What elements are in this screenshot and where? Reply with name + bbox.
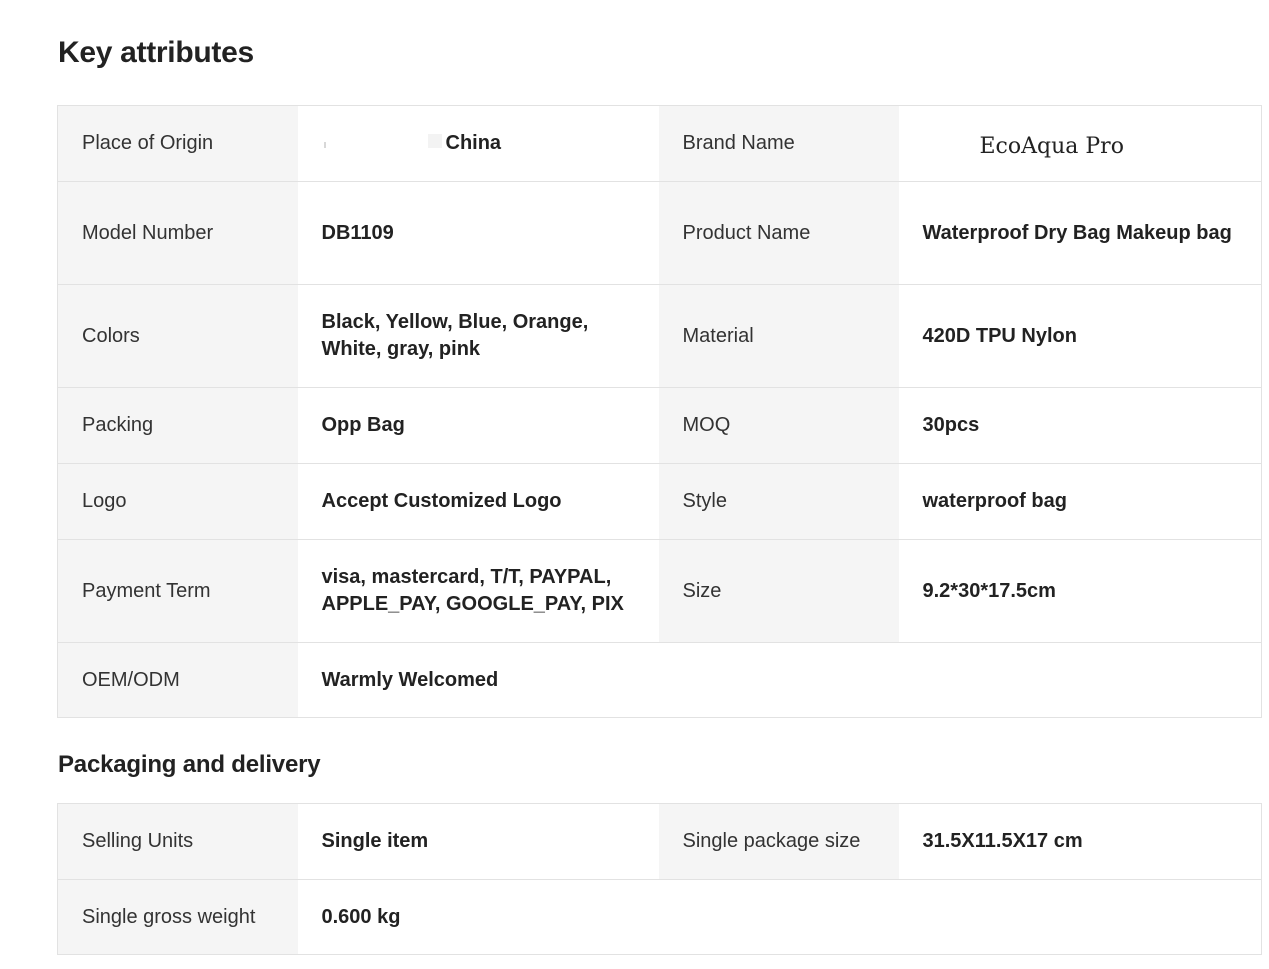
key-attributes-table: Place of Origin China Brand Name EcoAqua… <box>57 105 1262 718</box>
attribute-label: Model Number <box>57 181 298 285</box>
attribute-value: 30pcs <box>898 387 1262 464</box>
attribute-value: Warmly Welcomed <box>297 642 659 718</box>
attribute-value: 0.600 kg <box>297 879 659 955</box>
attribute-value: China <box>297 105 659 182</box>
attribute-label: OEM/ODM <box>57 642 298 718</box>
table-row: Selling Units Single item Single package… <box>57 803 1262 880</box>
empty-cell <box>898 879 1262 955</box>
attribute-label: Logo <box>57 463 298 540</box>
attribute-label: Product Name <box>658 181 899 285</box>
table-row: Payment Term visa, mastercard, T/T, PAYP… <box>57 539 1262 643</box>
empty-cell <box>898 642 1262 718</box>
attribute-value: 420D TPU Nylon <box>898 284 1262 388</box>
empty-cell <box>658 879 899 955</box>
redacted-mark <box>323 142 326 148</box>
brand-name-value: EcoAqua Pro <box>979 133 1124 159</box>
packaging-delivery-table: Selling Units Single item Single package… <box>57 803 1262 955</box>
table-row: Logo Accept Customized Logo Style waterp… <box>57 463 1262 540</box>
place-of-origin-value: China <box>322 130 502 157</box>
attribute-value: 9.2*30*17.5cm <box>898 539 1262 643</box>
table-row: Model Number DB1109 Product Name Waterpr… <box>57 181 1262 285</box>
attribute-label: Material <box>658 284 899 388</box>
attribute-value: Accept Customized Logo <box>297 463 659 540</box>
packaging-delivery-heading: Packaging and delivery <box>58 751 321 778</box>
attribute-label: Colors <box>57 284 298 388</box>
attribute-label: Selling Units <box>57 803 298 880</box>
attribute-value: Opp Bag <box>297 387 659 464</box>
attribute-value: Waterproof Dry Bag Makeup bag <box>898 181 1262 285</box>
attribute-label: Size <box>658 539 899 643</box>
attribute-label: Brand Name <box>658 105 899 182</box>
attribute-label: Place of Origin <box>57 105 298 182</box>
attribute-label: Payment Term <box>57 539 298 643</box>
origin-country-text: China <box>445 132 502 154</box>
redacted-mark <box>427 134 442 148</box>
table-row: Single gross weight 0.600 kg <box>57 879 1262 955</box>
attribute-label: Style <box>658 463 899 540</box>
attribute-value: DB1109 <box>297 181 659 285</box>
product-attributes-page: Key attributes Place of Origin China Bra… <box>0 0 1269 969</box>
table-row: Place of Origin China Brand Name EcoAqua… <box>57 105 1262 182</box>
attribute-value: visa, mastercard, T/T, PAYPAL, APPLE_PAY… <box>297 539 659 643</box>
attribute-label: Single gross weight <box>57 879 298 955</box>
attribute-value: Black, Yellow, Blue, Orange, White, gray… <box>297 284 659 388</box>
attribute-value: Single item <box>297 803 659 880</box>
table-row: OEM/ODM Warmly Welcomed <box>57 642 1262 718</box>
attribute-value: 31.5X11.5X17 cm <box>898 803 1262 880</box>
table-row: Colors Black, Yellow, Blue, Orange, Whit… <box>57 284 1262 388</box>
attribute-label: MOQ <box>658 387 899 464</box>
table-row: Packing Opp Bag MOQ 30pcs <box>57 387 1262 464</box>
empty-cell <box>658 642 899 718</box>
key-attributes-heading: Key attributes <box>58 36 254 69</box>
attribute-label: Single package size <box>658 803 899 880</box>
attribute-value: EcoAqua Pro <box>898 105 1262 182</box>
attribute-value: waterproof bag <box>898 463 1262 540</box>
attribute-label: Packing <box>57 387 298 464</box>
